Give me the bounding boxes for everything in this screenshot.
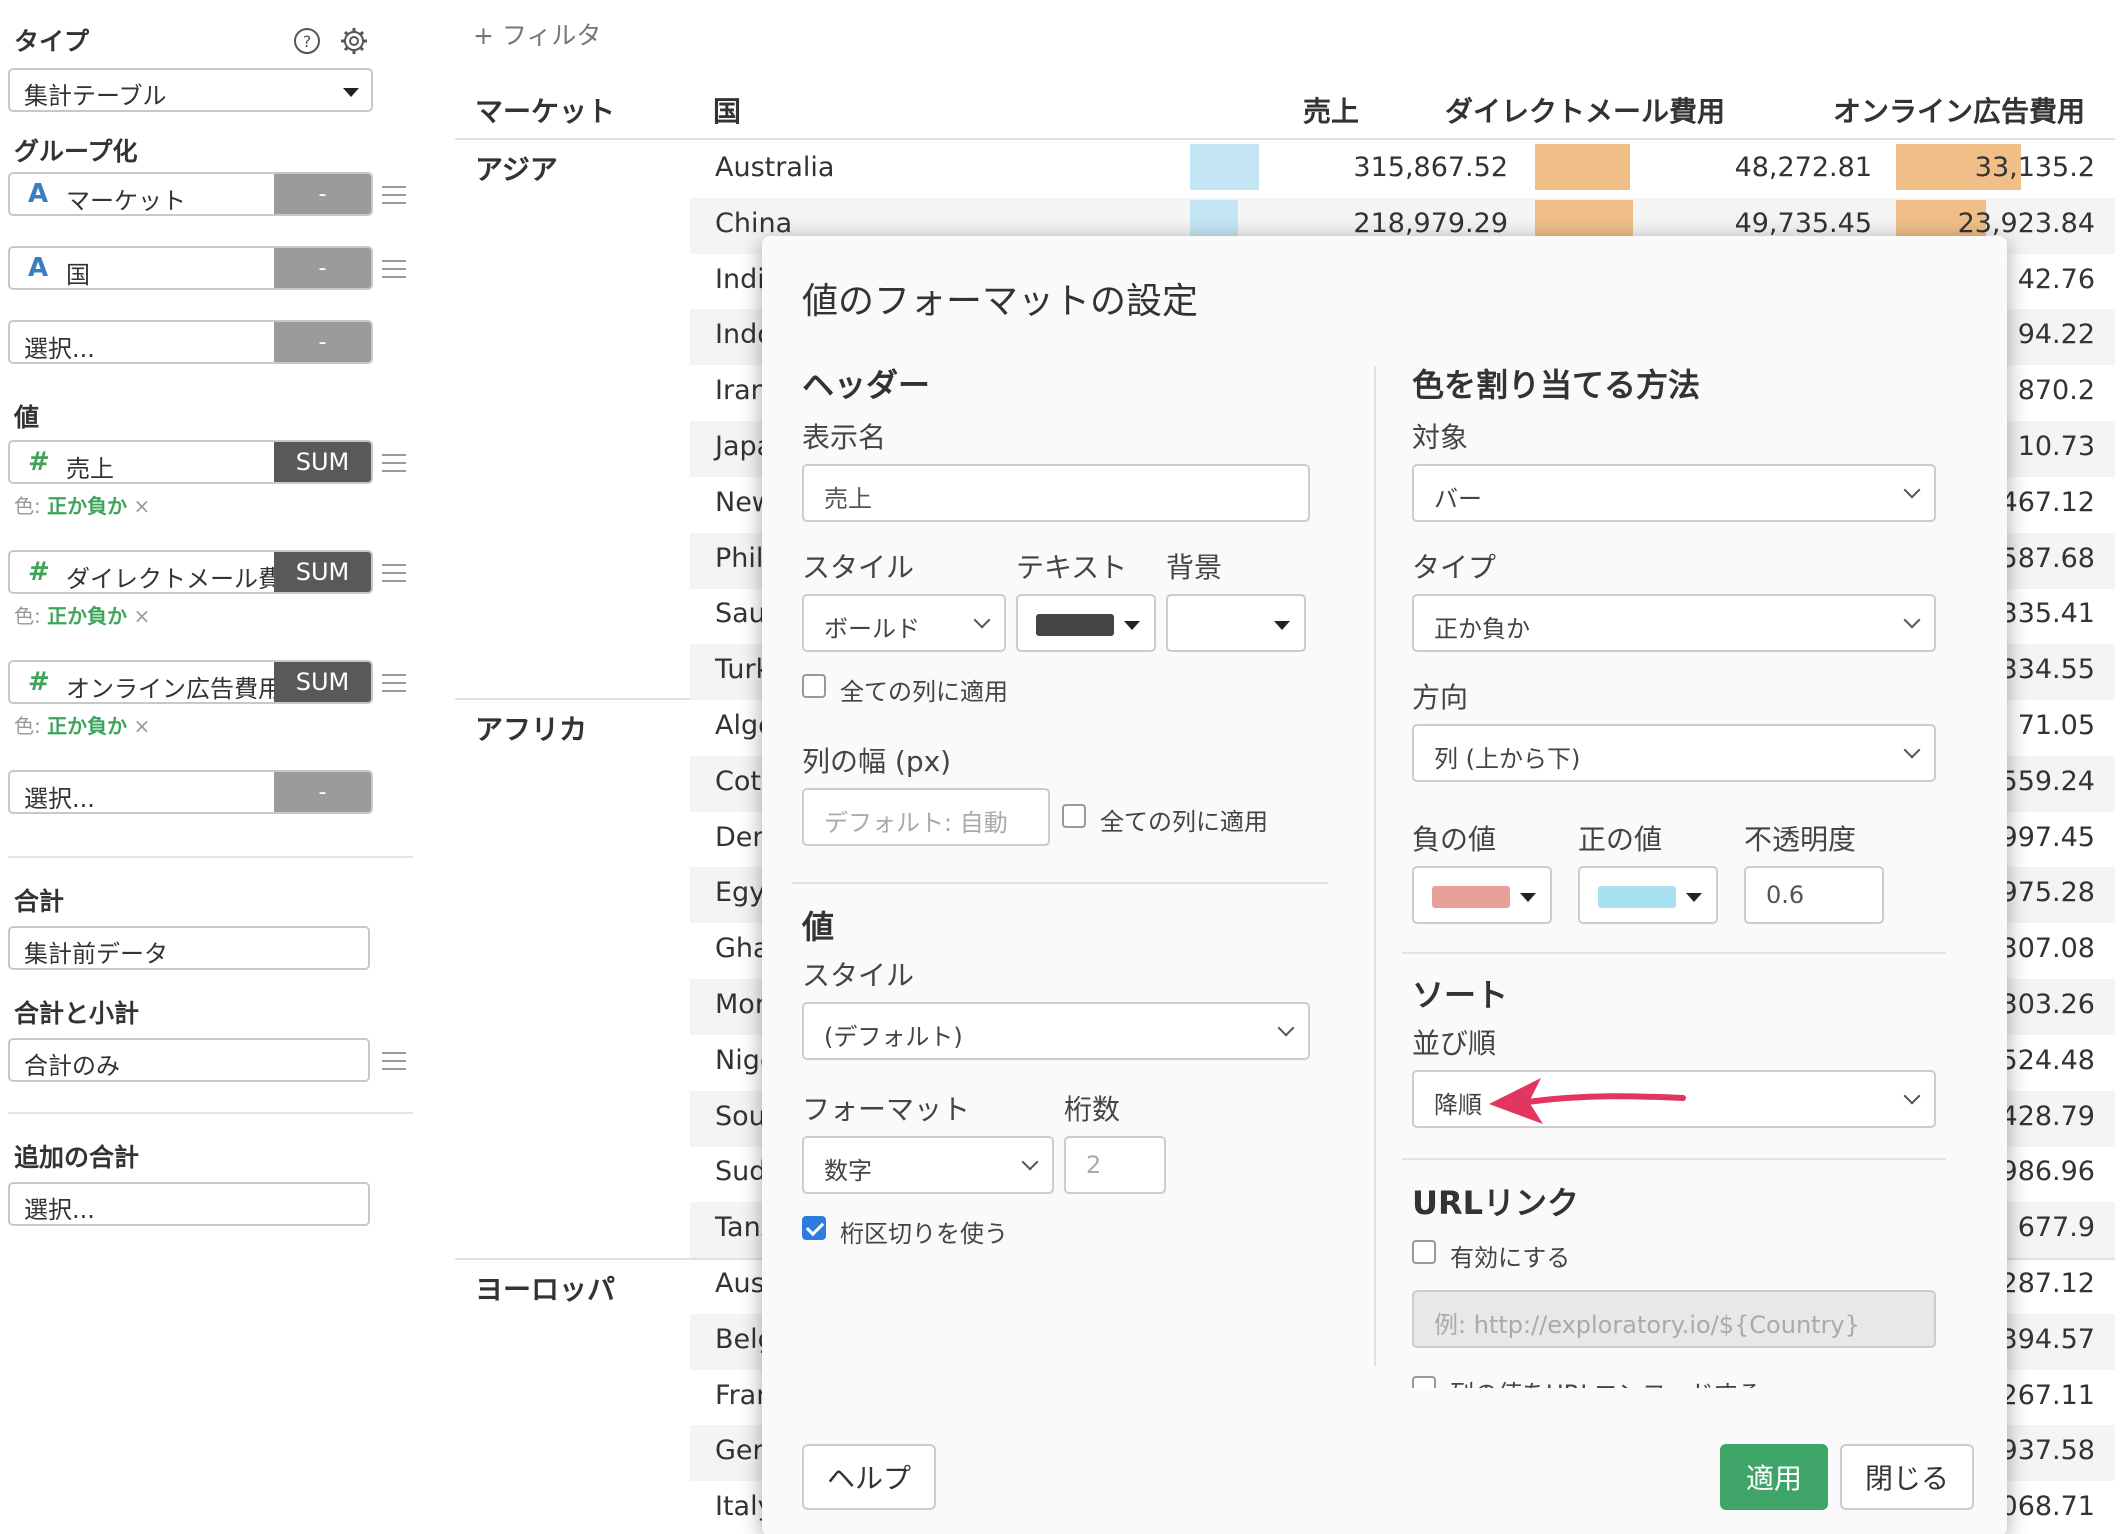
digits-input[interactable]: 2 xyxy=(1064,1136,1166,1194)
encode-url-label: 列の値をURLエンコードする xyxy=(1450,1374,1762,1388)
col-width-input[interactable]: デフォルト: 自動 xyxy=(802,788,1050,846)
separator-label: 桁区切りを使う xyxy=(840,1220,1008,1248)
chevron-down-icon xyxy=(1903,1087,1921,1105)
text-color-swatch xyxy=(1036,614,1114,636)
chevron-down-icon xyxy=(1277,1019,1295,1037)
target-label: 対象 xyxy=(1412,421,1469,454)
encode-url-checkbox[interactable] xyxy=(1412,1376,1436,1388)
caret-down-icon xyxy=(1274,621,1290,630)
format-value: 数字 xyxy=(824,1157,872,1185)
value-section-title: 値 xyxy=(802,908,835,946)
target-value: バー xyxy=(1434,485,1482,513)
type-label: タイプ xyxy=(1412,551,1497,584)
separator-checkbox[interactable] xyxy=(802,1216,826,1240)
value-style-label: スタイル xyxy=(802,959,915,992)
encode-row: 列の値をURLエンコードする xyxy=(1402,1364,1962,1388)
chevron-down-icon xyxy=(1021,1153,1039,1171)
direction-label: 方向 xyxy=(1412,681,1469,714)
bg-color-label: 背景 xyxy=(1166,551,1223,584)
apply-all-width-label: 全ての列に適用 xyxy=(1100,808,1268,836)
format-label: フォーマット xyxy=(802,1093,971,1126)
chevron-down-icon xyxy=(1903,611,1921,629)
apply-button[interactable]: 適用 xyxy=(1720,1444,1828,1510)
color-type-value: 正か負か xyxy=(1434,615,1530,643)
positive-color-swatch xyxy=(1598,886,1676,908)
text-color-picker[interactable] xyxy=(1016,594,1156,652)
value-style-select[interactable]: (デフォルト) xyxy=(802,1002,1310,1060)
url-section-title: URLリンク xyxy=(1412,1184,1580,1222)
negative-color-swatch xyxy=(1432,886,1510,908)
header-style-select[interactable]: ボールド xyxy=(802,594,1006,652)
opacity-label: 不透明度 xyxy=(1744,823,1857,856)
divider xyxy=(1402,952,1946,954)
enable-url-label: 有効にする xyxy=(1450,1244,1571,1272)
divider xyxy=(792,882,1328,884)
display-name-input[interactable]: 売上 xyxy=(802,464,1310,522)
sort-section-title: ソート xyxy=(1412,976,1509,1014)
caret-down-icon xyxy=(1124,621,1140,630)
digits-label: 桁数 xyxy=(1064,1093,1121,1126)
sort-order-value: 降順 xyxy=(1434,1091,1482,1119)
bg-color-picker[interactable] xyxy=(1166,594,1306,652)
positive-color-picker[interactable] xyxy=(1578,866,1718,924)
header-style-value: ボールド xyxy=(824,615,920,643)
display-name-label: 表示名 xyxy=(802,421,887,454)
opacity-input[interactable]: 0.6 xyxy=(1744,866,1884,924)
text-color-label: テキスト xyxy=(1016,551,1128,584)
chevron-down-icon xyxy=(1903,741,1921,759)
close-button[interactable]: 閉じる xyxy=(1840,1444,1974,1510)
format-dialog: 値のフォーマットの設定 ヘッダー 表示名 売上 スタイル テキスト 背景 ボール… xyxy=(762,236,2007,1534)
order-label: 並び順 xyxy=(1412,1027,1497,1060)
url-input[interactable]: 例: http://exploratory.io/${Country} xyxy=(1412,1290,1936,1348)
value-style-value: (デフォルト) xyxy=(824,1023,963,1051)
chevron-down-icon xyxy=(1903,481,1921,499)
apply-all-style-label: 全ての列に適用 xyxy=(840,678,1008,706)
caret-down-icon xyxy=(1520,893,1536,902)
color-type-select[interactable]: 正か負か xyxy=(1412,594,1936,652)
caret-down-icon xyxy=(1686,893,1702,902)
header-section-title: ヘッダー xyxy=(802,366,931,404)
divider xyxy=(1402,1158,1946,1160)
color-section-title: 色を割り当てる方法 xyxy=(1412,366,1701,404)
apply-all-width-checkbox[interactable] xyxy=(1062,804,1086,828)
negative-color-picker[interactable] xyxy=(1412,866,1552,924)
negative-label: 負の値 xyxy=(1412,823,1497,856)
direction-value: 列 (上から下) xyxy=(1434,745,1581,773)
format-select[interactable]: 数字 xyxy=(802,1136,1054,1194)
target-select[interactable]: バー xyxy=(1412,464,1936,522)
direction-select[interactable]: 列 (上から下) xyxy=(1412,724,1936,782)
apply-all-style-checkbox[interactable] xyxy=(802,674,826,698)
enable-url-checkbox[interactable] xyxy=(1412,1240,1436,1264)
col-width-label: 列の幅 (px) xyxy=(802,745,952,778)
column-divider xyxy=(1374,366,1376,1366)
help-button[interactable]: ヘルプ xyxy=(802,1444,936,1510)
chevron-down-icon xyxy=(973,611,991,629)
positive-label: 正の値 xyxy=(1578,823,1663,856)
style-label: スタイル xyxy=(802,551,915,584)
dialog-title: 値のフォーマットの設定 xyxy=(802,281,1199,322)
annotation-arrow-icon xyxy=(1489,1078,1686,1124)
